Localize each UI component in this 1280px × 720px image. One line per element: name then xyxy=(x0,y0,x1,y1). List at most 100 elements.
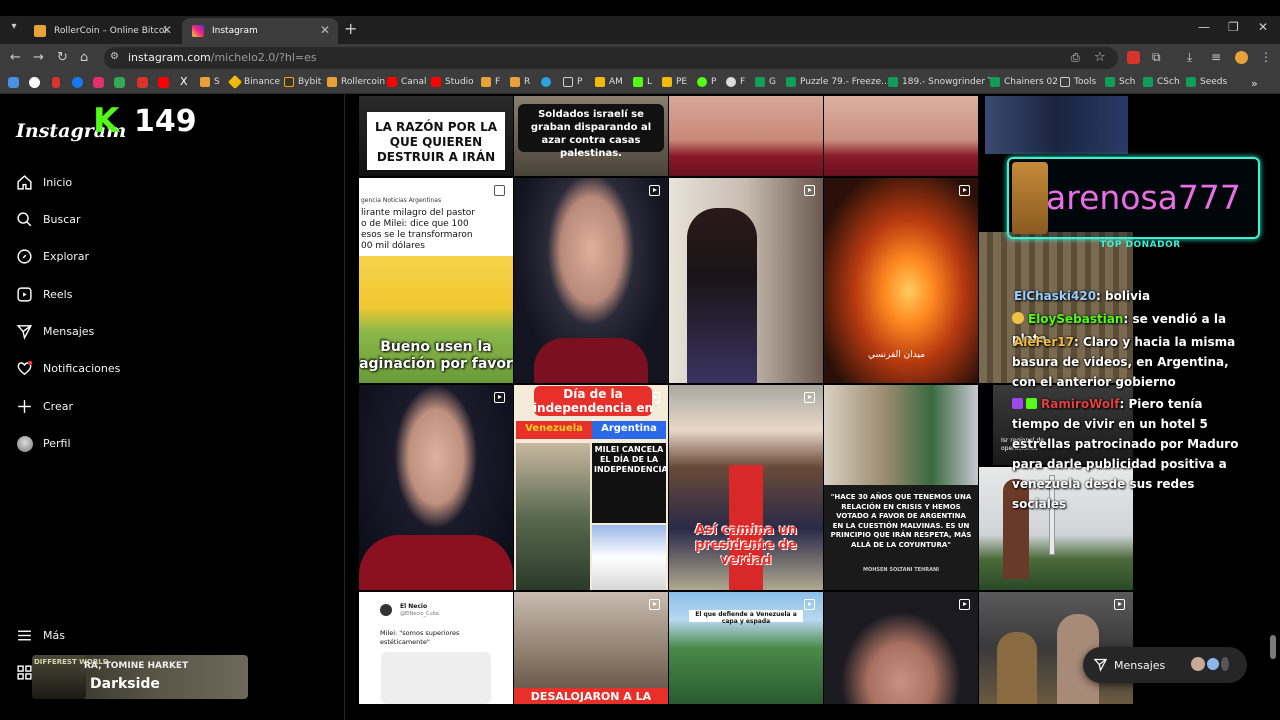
bookmark[interactable]: Bybit xyxy=(284,77,321,87)
tab-instagram[interactable]: Instagram ✕ xyxy=(182,18,338,44)
sidebar-item-perfil[interactable]: Perfil xyxy=(16,435,71,452)
sidebar-item-reels[interactable]: Reels xyxy=(16,286,72,303)
bookmark[interactable]: G xyxy=(755,77,776,87)
bookmark-favicon-icon[interactable] xyxy=(158,77,169,88)
grid-post[interactable] xyxy=(514,178,668,383)
bookmark[interactable]: F xyxy=(726,77,745,87)
bookmark[interactable]: 189.- Snowgrinder T... xyxy=(888,77,1001,87)
tab-rollercoin[interactable]: RollerCoin – Online Bitcoin Min ✕ xyxy=(24,18,180,44)
apps-grid-icon xyxy=(16,664,33,681)
sidebar-item-mas[interactable]: Más xyxy=(16,627,65,644)
grid-post[interactable]: Así camina un presidente de verdad xyxy=(669,385,823,590)
grid-post[interactable]: El que defiende a Venezuela a capa y esp… xyxy=(669,592,823,704)
grid-post[interactable]: DESALOJARON A LA xyxy=(514,592,668,704)
close-window-button[interactable]: ✕ xyxy=(1258,20,1268,34)
bookmark[interactable]: PE xyxy=(662,77,687,87)
page-scrollbar[interactable] xyxy=(1270,635,1276,659)
reload-icon[interactable]: ↻ xyxy=(57,50,68,65)
post-caption: Bueno usen la aginación por favor xyxy=(359,339,513,372)
bookmark[interactable]: F xyxy=(481,77,500,87)
top-donor-label: TOP DONADOR xyxy=(1100,240,1181,250)
bookmark[interactable]: Chainers 02 xyxy=(990,77,1058,87)
grid-post[interactable]: LA RAZÓN POR LA QUE QUIEREN DESTRUIR A I… xyxy=(359,96,513,176)
sidebar-item-label: Inicio xyxy=(43,176,73,189)
media-control-icon[interactable]: ≡ xyxy=(1211,50,1221,64)
more-bookmarks-chevron-icon[interactable]: » xyxy=(1251,77,1258,90)
grid-post[interactable] xyxy=(359,385,513,590)
home-page-icon[interactable]: ⌂ xyxy=(80,50,88,65)
bookmark-favicon-icon xyxy=(481,77,491,87)
reel-icon xyxy=(959,599,970,610)
grid-post[interactable] xyxy=(824,592,978,704)
sidebar-item-inicio[interactable]: Inicio xyxy=(16,174,72,191)
forward-icon[interactable]: → xyxy=(33,50,44,65)
grid-post[interactable]: Día de la independencia en : Venezuela A… xyxy=(514,385,668,590)
install-app-icon[interactable]: ⎙ xyxy=(1071,51,1080,65)
bookmark[interactable]: L xyxy=(633,77,652,87)
back-icon[interactable]: ← xyxy=(10,50,21,65)
bookmark[interactable]: R xyxy=(510,77,530,87)
bookmark[interactable]: AM xyxy=(595,77,623,87)
url-text[interactable]: instagram.com/michelo2.0/?hl=es xyxy=(128,51,317,64)
bookmark-label: Binance xyxy=(244,77,281,87)
extensions-puzzle-icon[interactable]: ⧉ xyxy=(1152,50,1161,65)
grid-post[interactable] xyxy=(669,96,823,176)
bookmark[interactable]: Rollercoin xyxy=(327,77,385,87)
grid-post[interactable] xyxy=(985,96,1128,154)
sidebar-item-explorar[interactable]: Explorar xyxy=(16,248,89,265)
bookmark-folder[interactable]: Tools xyxy=(1060,77,1096,87)
sidebar-item-crear[interactable]: Crear xyxy=(16,398,73,415)
bookmark[interactable]: Puzzle 79.- Freeze... xyxy=(786,77,890,87)
bookmark-favicon-icon[interactable] xyxy=(72,77,83,88)
grid-post[interactable] xyxy=(824,96,978,176)
download-icon[interactable]: ⤓ xyxy=(1187,50,1192,65)
grid-post[interactable]: El Necio @ElNecio_Cuba Milei: "somos sup… xyxy=(359,592,513,704)
bookmark[interactable]: S xyxy=(200,77,220,87)
grid-post[interactable] xyxy=(669,178,823,383)
window-top-edge xyxy=(0,0,1280,16)
extension-icon[interactable] xyxy=(1127,51,1140,64)
close-icon[interactable]: ✕ xyxy=(162,23,172,37)
bookmark-favicon-icon xyxy=(755,77,765,87)
avatar xyxy=(380,604,392,616)
grid-post[interactable]: "HACE 30 AÑOS QUE TENEMOS UNA RELACIÓN E… xyxy=(824,385,978,590)
bookmark-favicon-icon[interactable] xyxy=(8,77,19,88)
grid-post[interactable]: gencia Noticias Argentinas lirante milag… xyxy=(359,178,513,383)
bookmark-folder[interactable]: P xyxy=(563,77,582,87)
sidebar-item-buscar[interactable]: Buscar xyxy=(16,211,81,228)
bookmark-star-icon[interactable]: ☆ xyxy=(1094,50,1106,65)
bookmark[interactable]: Studio xyxy=(431,77,474,87)
sidebar-item-label: Crear xyxy=(43,400,73,413)
site-info-icon[interactable]: ⚙ xyxy=(110,51,119,62)
profile-avatar-icon[interactable] xyxy=(1235,51,1248,64)
bookmark[interactable]: Seeds xyxy=(1186,77,1227,87)
bookmark[interactable]: CSch xyxy=(1143,77,1180,87)
bookmark-favicon-icon[interactable] xyxy=(29,77,40,88)
grid-post[interactable]: Soldados israelí se graban disparando al… xyxy=(514,96,668,176)
x-icon[interactable]: X xyxy=(180,75,188,88)
menu-kebab-icon[interactable]: ⋮ xyxy=(1260,50,1272,64)
sidebar-item-notificaciones[interactable]: Notificaciones xyxy=(16,360,120,377)
bookmark[interactable] xyxy=(541,77,555,87)
bookmark[interactable]: Sch xyxy=(1105,77,1135,87)
sidebar-item-label: Explorar xyxy=(43,250,90,263)
bookmark-favicon-icon[interactable] xyxy=(52,77,60,88)
tab-title: Instagram xyxy=(212,26,258,36)
new-tab-button[interactable]: + xyxy=(344,19,357,38)
reel-icon xyxy=(494,185,505,196)
tab-search-button[interactable]: ▾ xyxy=(6,21,22,39)
bookmark[interactable]: Binance xyxy=(227,74,281,90)
maximize-button[interactable]: ❐ xyxy=(1228,20,1239,34)
bookmark-label: Seeds xyxy=(1200,77,1228,87)
sidebar-item-mensajes[interactable]: Mensajes xyxy=(16,323,94,340)
bookmark-favicon-icon xyxy=(431,77,441,87)
bookmark[interactable]: Canal xyxy=(387,77,427,87)
bookmark-favicon-icon[interactable] xyxy=(114,77,125,88)
bookmark-favicon-icon[interactable] xyxy=(137,77,148,88)
bookmark[interactable]: P xyxy=(697,77,716,87)
grid-post[interactable]: ميدان الفرنسي xyxy=(824,178,978,383)
close-icon[interactable]: ✕ xyxy=(320,23,330,37)
sidebar-item-label: Notificaciones xyxy=(43,362,121,375)
bookmark-favicon-icon[interactable] xyxy=(93,77,104,88)
minimize-button[interactable]: — xyxy=(1198,20,1210,34)
